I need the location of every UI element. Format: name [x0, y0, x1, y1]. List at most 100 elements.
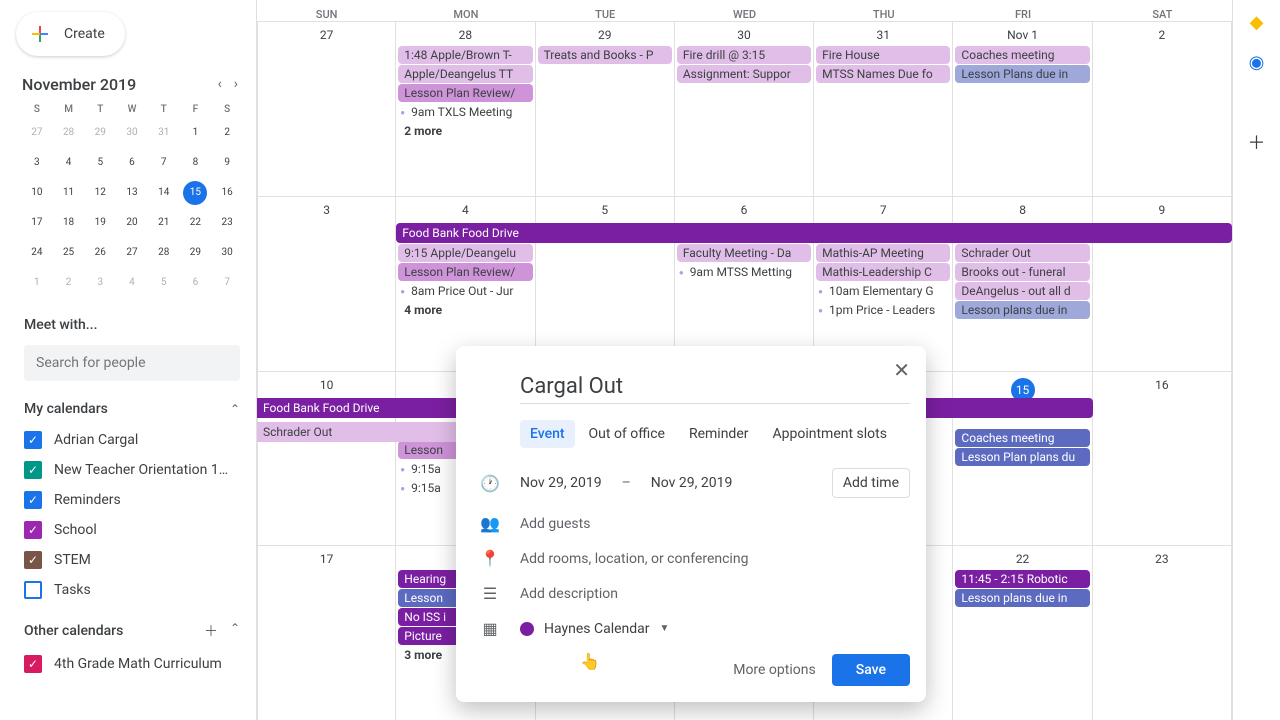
mini-day[interactable]: 6 [183, 271, 207, 295]
day-cell[interactable]: Nov 1Coaches meetingLesson Plans due in [953, 22, 1092, 196]
mini-day[interactable]: 26 [88, 241, 112, 265]
mini-day[interactable]: 7 [215, 271, 239, 295]
calendar-checkbox[interactable]: ✓ [24, 431, 42, 449]
mini-day[interactable]: 15 [183, 181, 207, 205]
other-calendars-title[interactable]: Other calendars [24, 623, 123, 639]
calendar-item[interactable]: ✓Reminders [24, 485, 240, 515]
mini-day[interactable]: 2 [215, 121, 239, 145]
mini-day[interactable]: 12 [88, 181, 112, 205]
calendar-item[interactable]: ✓STEM [24, 545, 240, 575]
calendar-checkbox[interactable]: ✓ [24, 491, 42, 509]
event-chip[interactable]: MTSS Names Due fo [816, 65, 950, 83]
day-cell[interactable]: 281:48 Apple/Brown T-Apple/Deangelus TTL… [396, 22, 535, 196]
event-end-date[interactable]: Nov 29, 2019 [651, 475, 733, 491]
mini-day[interactable]: 13 [120, 181, 144, 205]
event-chip[interactable]: 9am MTSS Metting [677, 263, 811, 281]
my-calendars-title[interactable]: My calendars [24, 401, 108, 417]
calendar-item[interactable]: ✓New Teacher Orientation 1… [24, 455, 240, 485]
more-options-button[interactable]: More options [733, 662, 816, 678]
day-cell[interactable]: 27 [257, 22, 396, 196]
calendar-checkbox[interactable]: ✓ [24, 461, 42, 479]
event-chip[interactable]: Mathis-AP Meeting [816, 244, 950, 262]
event-chip[interactable]: Faculty Meeting - Da [677, 244, 811, 262]
day-cell[interactable]: 31Fire HouseMTSS Names Due fo [814, 22, 953, 196]
mini-day[interactable]: 19 [88, 211, 112, 235]
mini-day[interactable]: 1 [25, 271, 49, 295]
day-cell[interactable]: 2211:45 - 2:15 RoboticLesson plans due i… [953, 546, 1092, 720]
mini-day[interactable]: 4 [57, 151, 81, 175]
mini-day[interactable]: 5 [88, 151, 112, 175]
add-calendar-icon[interactable]: ＋ [204, 621, 218, 641]
add-addon-icon[interactable]: ＋ [1247, 132, 1267, 152]
event-chip[interactable]: Lesson Plan Review/ [398, 84, 532, 102]
tasks-icon[interactable]: ◉ [1247, 52, 1267, 72]
event-type-tab[interactable]: Reminder [679, 420, 759, 448]
calendar-item[interactable]: ✓School [24, 515, 240, 545]
mini-day[interactable]: 8 [183, 151, 207, 175]
event-start-date[interactable]: Nov 29, 2019 [520, 475, 602, 491]
mini-day[interactable]: 31 [152, 121, 176, 145]
mini-day[interactable]: 1 [183, 121, 207, 145]
event-chip[interactable]: 9:15 Apple/Deangelu [398, 244, 532, 262]
event-chip[interactable]: 10am Elementary G [816, 282, 950, 300]
day-cell[interactable]: 2 [1093, 22, 1232, 196]
chevron-up-icon[interactable]: ⌃ [230, 402, 240, 416]
calendar-checkbox[interactable] [24, 581, 42, 599]
mini-day[interactable]: 27 [120, 241, 144, 265]
event-chip[interactable]: DeAngelus - out all d [955, 282, 1089, 300]
mini-next-icon[interactable]: › [230, 72, 242, 96]
chevron-up-icon[interactable]: ⌃ [230, 621, 240, 641]
mini-day[interactable]: 30 [215, 241, 239, 265]
event-chip[interactable]: Apple/Deangelus TT [398, 65, 532, 83]
day-cell[interactable]: 30Fire drill @ 3:15Assignment: Suppor [675, 22, 814, 196]
event-chip[interactable]: Schrader Out [955, 244, 1089, 262]
save-button[interactable]: Save [832, 654, 910, 686]
mini-day[interactable]: 9 [215, 151, 239, 175]
more-events[interactable]: 4 more [398, 301, 532, 319]
mini-day[interactable]: 21 [152, 211, 176, 235]
mini-day[interactable]: 27 [25, 121, 49, 145]
close-icon[interactable]: ✕ [893, 358, 910, 382]
event-chip[interactable]: Lesson plans due in [955, 301, 1089, 319]
keep-icon[interactable]: ◆ [1247, 12, 1267, 32]
add-guests-input[interactable]: Add guests [520, 516, 910, 532]
event-chip[interactable]: Lesson Plan plans du [955, 448, 1089, 466]
event-chip[interactable]: Fire House [816, 46, 950, 64]
event-chip[interactable]: Treats and Books - P [538, 46, 672, 64]
mini-day[interactable]: 22 [183, 211, 207, 235]
day-cell[interactable]: 3 [257, 197, 396, 371]
event-chip[interactable]: Assignment: Suppor [677, 65, 811, 83]
mini-day[interactable]: 20 [120, 211, 144, 235]
mini-day[interactable]: 16 [215, 181, 239, 205]
event-chip[interactable]: Lesson plans due in [955, 589, 1089, 607]
mini-day[interactable]: 23 [215, 211, 239, 235]
calendar-checkbox[interactable]: ✓ [24, 551, 42, 569]
event-chip[interactable]: 11:45 - 2:15 Robotic [955, 570, 1089, 588]
event-type-tab[interactable]: Event [520, 420, 575, 448]
mini-day[interactable]: 24 [25, 241, 49, 265]
day-cell[interactable]: 17 [257, 546, 396, 720]
more-events[interactable]: 2 more [398, 122, 532, 140]
event-chip[interactable]: Brooks out - funeral [955, 263, 1089, 281]
mini-day[interactable]: 2 [57, 271, 81, 295]
mini-day[interactable]: 17 [25, 211, 49, 235]
calendar-select[interactable]: Haynes Calendar ▼ [520, 621, 669, 637]
add-location-input[interactable]: Add rooms, location, or conferencing [520, 551, 910, 567]
mini-day[interactable]: 14 [152, 181, 176, 205]
day-cell[interactable]: 16 [1093, 372, 1232, 546]
search-people-input[interactable] [24, 345, 240, 381]
mini-day[interactable]: 3 [88, 271, 112, 295]
mini-day[interactable]: 10 [25, 181, 49, 205]
mini-day[interactable]: 25 [57, 241, 81, 265]
mini-day[interactable]: 29 [88, 121, 112, 145]
day-cell[interactable]: 23 [1093, 546, 1232, 720]
event-chip[interactable]: 9am TXLS Meeting [398, 103, 532, 121]
mini-day[interactable]: 28 [57, 121, 81, 145]
mini-day[interactable]: 18 [57, 211, 81, 235]
mini-day[interactable]: 29 [183, 241, 207, 265]
event-title-input[interactable] [520, 366, 910, 404]
mini-day[interactable]: 6 [120, 151, 144, 175]
event-chip[interactable]: 1:48 Apple/Brown T- [398, 46, 532, 64]
create-button[interactable]: Create [16, 12, 125, 56]
calendar-item[interactable]: ✓4th Grade Math Curriculum [24, 649, 240, 679]
